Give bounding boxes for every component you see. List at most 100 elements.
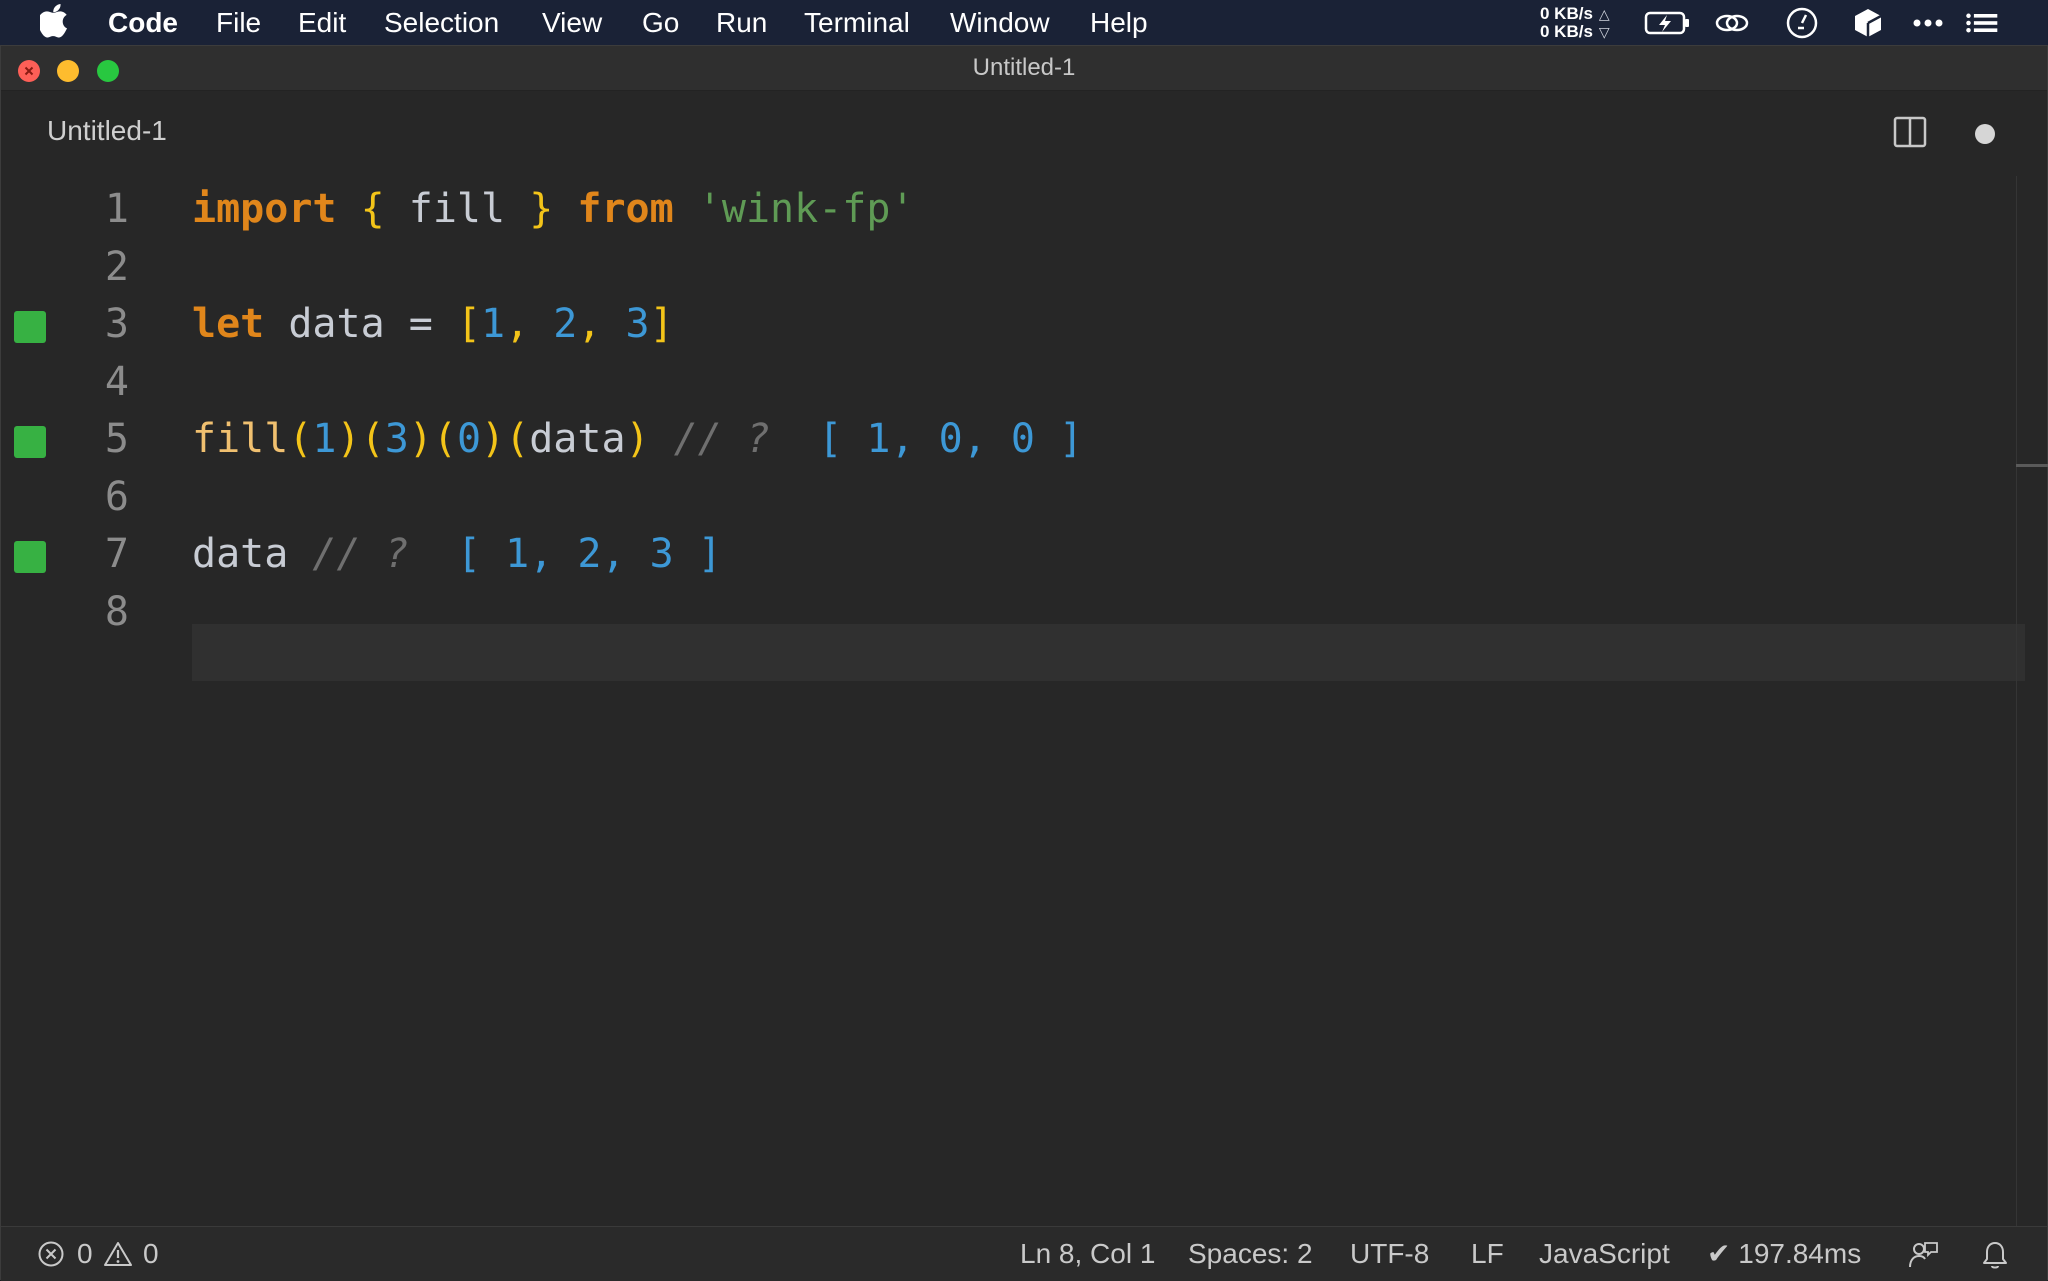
line-number: 3 <box>104 301 129 347</box>
code-token: , <box>505 301 554 347</box>
code-token: // ? <box>288 531 433 577</box>
line-number: 8 <box>104 588 129 635</box>
speed-gauge-icon[interactable] <box>1784 6 1820 40</box>
menu-view[interactable]: View <box>542 0 602 45</box>
menu-window[interactable]: Window <box>950 0 1050 45</box>
line-code[interactable]: import { fill } from 'wink-fp' <box>192 181 915 238</box>
file-encoding[interactable]: UTF-8 <box>1350 1227 1429 1280</box>
code-line[interactable]: 3 let data = [1, 2, 3] <box>1 296 2021 353</box>
scrollbar-marker[interactable] <box>2016 464 2048 467</box>
code-line[interactable]: 2 <box>1 239 2021 296</box>
code-token: { <box>360 186 385 232</box>
inline-result: [ 1, 0, 0 ] <box>794 416 1084 462</box>
menu-terminal[interactable]: Terminal <box>804 0 910 45</box>
code-token: )( <box>408 416 457 462</box>
code-token: 2 <box>553 301 578 347</box>
menu-bar: Code File Edit Selection View Go Run Ter… <box>0 0 2048 45</box>
menu-selection[interactable]: Selection <box>384 0 499 45</box>
menu-run[interactable]: Run <box>716 0 767 45</box>
code-token: ) <box>625 416 650 462</box>
scrollbar-track[interactable] <box>2016 176 2017 1266</box>
feedback-icon[interactable] <box>1907 1240 1939 1270</box>
notifications-bell-icon[interactable] <box>1981 1240 2009 1270</box>
code-line[interactable]: 7 data // ? [ 1, 2, 3 ] <box>1 526 2021 583</box>
more-dots-icon[interactable] <box>1910 6 1946 40</box>
menu-terminal-label[interactable]: Terminal <box>804 7 910 38</box>
line-code[interactable]: data // ? [ 1, 2, 3 ] <box>192 526 722 583</box>
language-mode[interactable]: JavaScript <box>1539 1227 1670 1280</box>
line-number: 7 <box>104 531 129 577</box>
code-token: ] <box>649 301 674 347</box>
unsaved-changes-dot-icon[interactable] <box>1975 124 1995 144</box>
menu-file[interactable]: File <box>216 0 261 45</box>
menu-window-label[interactable]: Window <box>950 7 1050 38</box>
menu-go[interactable]: Go <box>642 0 679 45</box>
net-download-rate: 0 KB/s <box>1540 21 1593 41</box>
code-token: ( <box>288 416 313 462</box>
code-token: } <box>529 186 554 232</box>
status-bar: 0 0 Ln 8, Col 1 Spaces: 2 UTF-8 LF JavaS… <box>1 1226 2047 1281</box>
code-token: )( <box>336 416 385 462</box>
code-token: fill <box>192 416 289 462</box>
code-token: data = <box>264 301 457 347</box>
menu-view-label[interactable]: View <box>542 7 602 38</box>
warning-icon[interactable] <box>103 1240 133 1268</box>
editor-window: Untitled-1 Untitled-1 1 import { fill } f… <box>0 45 2048 1281</box>
code-line[interactable]: 4 <box>1 354 2021 411</box>
menu-help-label[interactable]: Help <box>1090 7 1148 38</box>
code-token: 0 <box>456 416 482 462</box>
network-monitor[interactable]: 0 KB/s 0 KB/s △ ▽ <box>1540 0 1610 45</box>
window-title: Untitled-1 <box>972 54 1076 81</box>
net-arrows-icon: △ ▽ <box>1598 5 1610 40</box>
code-token: 1 <box>481 301 506 347</box>
apple-icon[interactable] <box>40 4 70 38</box>
menu-go-label[interactable]: Go <box>642 7 679 38</box>
control-list-icon[interactable] <box>1964 6 2000 40</box>
error-count[interactable]: 0 <box>77 1227 93 1280</box>
code-token: data <box>529 416 626 462</box>
title-bar[interactable]: Untitled-1 <box>1 46 2047 91</box>
tab-untitled-1[interactable]: Untitled-1 <box>47 115 167 147</box>
code-token: 3 <box>384 416 409 462</box>
cube-app-icon[interactable] <box>1850 6 1886 40</box>
line-code[interactable]: let data = [1, 2, 3] <box>192 296 674 353</box>
code-token: import <box>192 186 337 232</box>
code-token: let <box>192 301 265 347</box>
warning-count[interactable]: 0 <box>143 1227 159 1280</box>
inline-result: [ 1, 2, 3 ] <box>432 531 722 577</box>
menu-help[interactable]: Help <box>1090 0 1148 45</box>
line-ending[interactable]: LF <box>1471 1227 1504 1280</box>
net-upload-rate: 0 KB/s <box>1540 3 1593 23</box>
creative-cloud-icon[interactable] <box>1714 6 1750 40</box>
code-token: data <box>192 531 289 577</box>
line-number: 2 <box>104 243 129 290</box>
indentation-setting[interactable]: Spaces: 2 <box>1188 1227 1313 1280</box>
coverage-marker-icon <box>14 541 46 573</box>
quokka-timing[interactable]: ✔ 197.84ms <box>1707 1227 1861 1280</box>
code-token: , <box>577 301 626 347</box>
code-token: 3 <box>625 301 650 347</box>
code-line[interactable]: 5 fill(1)(3)(0)(data) // ? [ 1, 0, 0 ] <box>1 411 2021 468</box>
code-token: 'wink-fp' <box>697 186 915 232</box>
tab-bar: Untitled-1 <box>1 91 2047 181</box>
error-icon[interactable] <box>37 1240 65 1268</box>
menu-selection-label[interactable]: Selection <box>384 7 499 38</box>
coverage-marker-icon <box>14 426 46 458</box>
cursor-position[interactable]: Ln 8, Col 1 <box>1020 1227 1155 1280</box>
code-line[interactable]: 1 import { fill } from 'wink-fp' <box>1 181 2021 238</box>
app-menu-code[interactable]: Code <box>108 0 178 45</box>
line-number: 6 <box>104 473 129 520</box>
menu-file-label[interactable]: File <box>216 7 261 38</box>
menu-edit-label[interactable]: Edit <box>298 7 346 38</box>
code-editor[interactable]: 1 import { fill } from 'wink-fp' 2 3 let dat… <box>1 181 2025 1231</box>
code-line[interactable]: 6 <box>1 469 2021 526</box>
line-code[interactable]: fill(1)(3)(0)(data) // ? [ 1, 0, 0 ] <box>192 411 1083 468</box>
menu-run-label[interactable]: Run <box>716 7 767 38</box>
menu-edit[interactable]: Edit <box>298 0 346 45</box>
battery-charging-icon[interactable] <box>1644 6 1692 40</box>
split-editor-icon[interactable] <box>1893 116 1927 148</box>
app-name[interactable]: Code <box>108 7 178 38</box>
code-token: 1 <box>312 416 337 462</box>
